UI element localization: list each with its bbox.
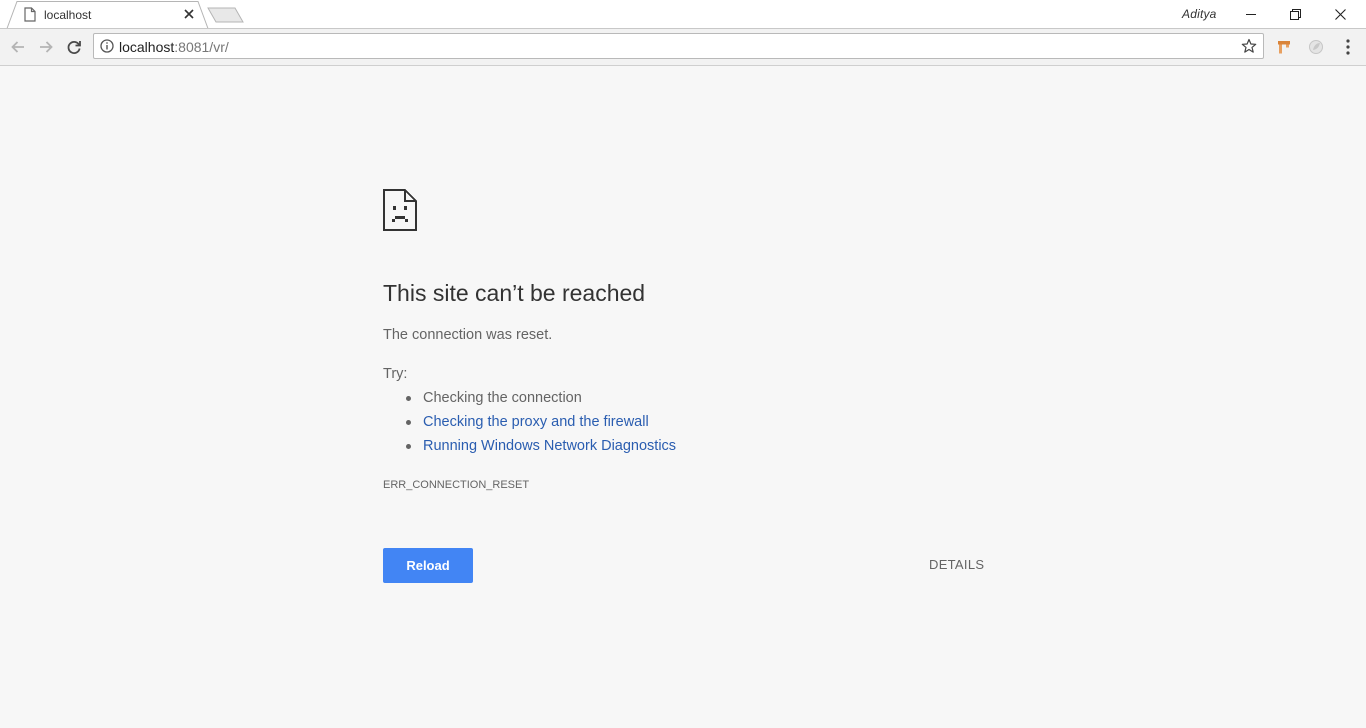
- reload-button[interactable]: Reload: [383, 548, 473, 583]
- suggestion-check-connection: Checking the connection: [423, 390, 582, 406]
- new-tab-button[interactable]: [207, 7, 244, 23]
- url-host: localhost: [119, 39, 175, 55]
- extension-hammer-icon[interactable]: [1277, 40, 1292, 54]
- url-text[interactable]: localhost:8081/vr/: [119, 39, 229, 55]
- page-icon: [24, 7, 36, 22]
- arrow-left-icon: [11, 41, 24, 53]
- address-bar[interactable]: localhost:8081/vr/: [93, 33, 1264, 59]
- refresh-icon: [67, 41, 81, 54]
- error-code: ERR_CONNECTION_RESET: [383, 479, 530, 491]
- details-button[interactable]: DETAILS: [929, 557, 984, 572]
- extension-leaf-icon[interactable]: [1308, 39, 1324, 55]
- error-heading: This site can’t be reached: [383, 280, 646, 306]
- arrow-right-icon: [40, 41, 53, 53]
- reload-toolbar-button[interactable]: [63, 36, 85, 58]
- minimize-button[interactable]: [1228, 0, 1273, 28]
- suggestion-proxy-firewall-link[interactable]: Checking the proxy and the firewall: [423, 414, 649, 430]
- star-icon[interactable]: [1241, 38, 1257, 54]
- restore-icon: [1290, 8, 1301, 20]
- error-subtext: The connection was reset.: [383, 327, 553, 343]
- back-button[interactable]: [7, 36, 29, 58]
- close-window-button[interactable]: [1318, 0, 1363, 28]
- sad-page-icon: [383, 189, 417, 231]
- url-path: :8081/vr/: [174, 39, 229, 55]
- title-bar: localhost Aditya: [0, 0, 1366, 29]
- bullet: [406, 396, 411, 401]
- minimize-icon: [1245, 14, 1256, 15]
- info-icon[interactable]: [100, 39, 114, 53]
- tab-title: localhost: [44, 8, 92, 22]
- forward-button[interactable]: [35, 36, 57, 58]
- browser-toolbar: localhost:8081/vr/: [0, 29, 1366, 66]
- restore-button[interactable]: [1273, 0, 1318, 28]
- close-icon: [1335, 8, 1346, 20]
- profile-name[interactable]: Aditya: [1182, 7, 1217, 21]
- tab-close-icon[interactable]: [182, 7, 196, 21]
- bullet: [406, 420, 411, 425]
- try-label: Try:: [383, 366, 408, 382]
- suggestion-network-diagnostics-link[interactable]: Running Windows Network Diagnostics: [423, 438, 676, 454]
- menu-dots-icon[interactable]: [1344, 38, 1352, 56]
- bullet: [406, 444, 411, 449]
